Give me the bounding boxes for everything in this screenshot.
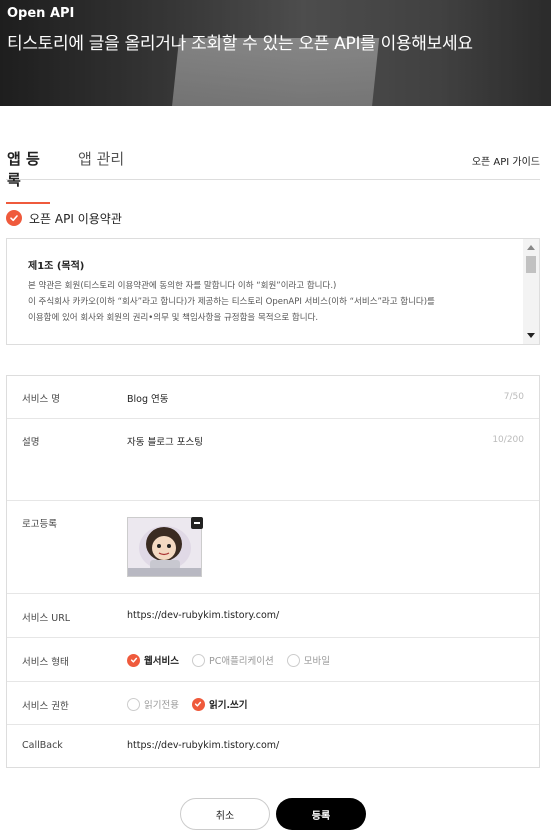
service-name-label: 서비스 명 <box>22 394 60 405</box>
description-counter: 10/200 <box>492 435 524 445</box>
radio-unchecked-icon <box>191 653 205 667</box>
scroll-down-arrow-icon[interactable] <box>527 333 535 338</box>
radio-read-only[interactable]: 읽기전용 <box>127 697 179 711</box>
check-icon <box>6 210 22 226</box>
terms-line: 이 주식회사 카카오(이하 “회사”라고 합니다)가 제공하는 티스토리 Ope… <box>28 297 435 307</box>
logo-remove-button[interactable] <box>191 517 203 529</box>
radio-checked-icon <box>191 697 205 711</box>
service-name-counter: 7/50 <box>503 392 524 402</box>
open-api-guide-link[interactable]: 오픈 API 가이드 <box>472 153 540 168</box>
scroll-thumb[interactable] <box>526 256 536 273</box>
cancel-button[interactable]: 취소 <box>180 798 270 830</box>
logo-label: 로고등록 <box>22 519 57 530</box>
callback-input[interactable]: https://dev-rubykim.tistory.com/ <box>127 740 279 751</box>
permission-label: 서비스 권한 <box>22 701 69 712</box>
terms-scrollbar[interactable] <box>523 239 539 344</box>
service-type-radio-group: 웹서비스 PC애플리케이션 모바일 <box>127 653 343 667</box>
service-type-label: 서비스 형태 <box>22 657 69 668</box>
hero-title: 티스토리에 글을 올리거나 조회할 수 있는 오픈 API를 이용해보세요 <box>7 34 473 54</box>
description-textarea[interactable]: 자동 블로그 포스팅 <box>127 434 203 448</box>
tab-app-manage[interactable]: 앱 관리 <box>78 148 124 169</box>
radio-unchecked-icon <box>286 653 300 667</box>
terms-line: 이용함에 있어 회사와 회원의 권리•의무 및 책임사항을 규정함을 목적으로 … <box>28 313 319 323</box>
radio-mobile[interactable]: 모바일 <box>286 653 330 667</box>
row-service-name: 서비스 명 Blog 연동 7/50 <box>7 376 539 419</box>
app-register-form: 서비스 명 Blog 연동 7/50 설명 자동 블로그 포스팅 10/200 … <box>6 375 540 768</box>
terms-article-title: 제1조 (목적) <box>28 261 85 272</box>
row-service-type: 서비스 형태 웹서비스 PC애플리케이션 모바일 <box>7 638 539 682</box>
terms-title: 오픈 API 이용약관 <box>29 211 122 226</box>
radio-read-write[interactable]: 읽기.쓰기 <box>191 697 248 711</box>
radio-checked-icon <box>127 653 140 667</box>
service-name-input[interactable]: Blog 연동 <box>127 391 169 405</box>
tab-app-register[interactable]: 앱 등록 <box>6 148 50 204</box>
row-logo: 로고등록 <box>7 501 539 594</box>
submit-button[interactable]: 등록 <box>276 798 366 830</box>
terms-line: 본 약관은 회원(티스토리 이용약관에 동의한 자를 말합니다 이하 “회원”이… <box>28 281 337 291</box>
terms-content-box[interactable]: 제1조 (목적) 본 약관은 회원(티스토리 이용약관에 동의한 자를 말합니다… <box>6 238 540 345</box>
tab-bar: 앱 등록 앱 관리 오픈 API 가이드 <box>6 138 540 204</box>
service-url-label: 서비스 URL <box>22 613 71 624</box>
row-callback: CallBack https://dev-rubykim.tistory.com… <box>7 725 539 767</box>
terms-agree-checkbox[interactable]: 오픈 API 이용약관 <box>6 208 122 228</box>
permission-radio-group: 읽기전용 읽기.쓰기 <box>127 697 261 711</box>
radio-unchecked-icon <box>127 697 140 711</box>
row-service-url: 서비스 URL https://dev-rubykim.tistory.com/ <box>7 594 539 638</box>
hero-label: Open API <box>7 6 75 21</box>
service-url-input[interactable]: https://dev-rubykim.tistory.com/ <box>127 610 279 621</box>
hero-banner: Open API 티스토리에 글을 올리거나 조회할 수 있는 오픈 API를 … <box>0 0 551 106</box>
scroll-up-arrow-icon[interactable] <box>527 245 535 250</box>
row-description: 설명 자동 블로그 포스팅 10/200 <box>7 419 539 501</box>
radio-pc-application[interactable]: PC애플리케이션 <box>191 653 274 667</box>
radio-web-service[interactable]: 웹서비스 <box>127 653 179 667</box>
callback-label: CallBack <box>22 740 63 751</box>
description-label: 설명 <box>22 437 40 448</box>
row-permission: 서비스 권한 읽기전용 읽기.쓰기 <box>7 682 539 725</box>
